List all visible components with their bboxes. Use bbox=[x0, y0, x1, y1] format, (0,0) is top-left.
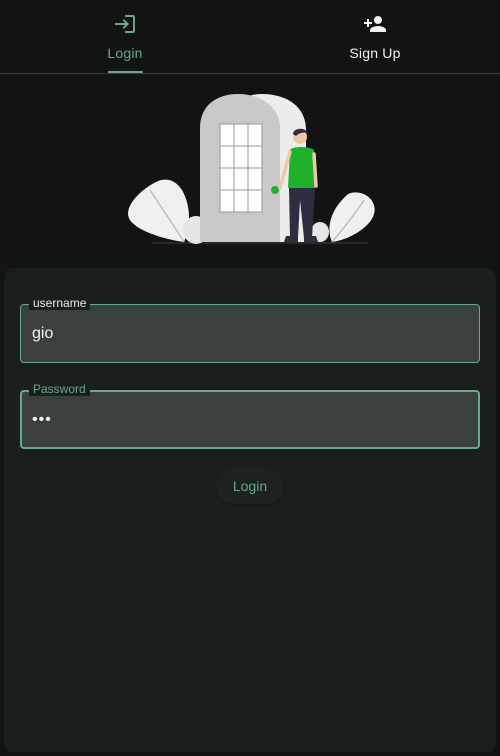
username-field[interactable]: username bbox=[20, 296, 480, 363]
tab-sign-up[interactable]: Sign Up bbox=[250, 0, 500, 73]
password-input[interactable] bbox=[32, 392, 462, 447]
tab-login[interactable]: Login bbox=[0, 0, 250, 73]
login-button[interactable]: Login bbox=[216, 468, 284, 504]
password-field[interactable]: Password bbox=[20, 382, 480, 449]
login-card: username Password Login bbox=[4, 268, 496, 752]
door-illustration bbox=[128, 94, 375, 244]
auth-tabs: Login Sign Up bbox=[0, 0, 500, 74]
username-input[interactable] bbox=[32, 305, 462, 362]
person-add-icon bbox=[364, 16, 386, 32]
tab-login-label: Login bbox=[107, 45, 143, 61]
login-icon bbox=[115, 15, 135, 33]
active-tab-indicator bbox=[108, 71, 143, 73]
tab-sign-up-label: Sign Up bbox=[349, 45, 401, 61]
